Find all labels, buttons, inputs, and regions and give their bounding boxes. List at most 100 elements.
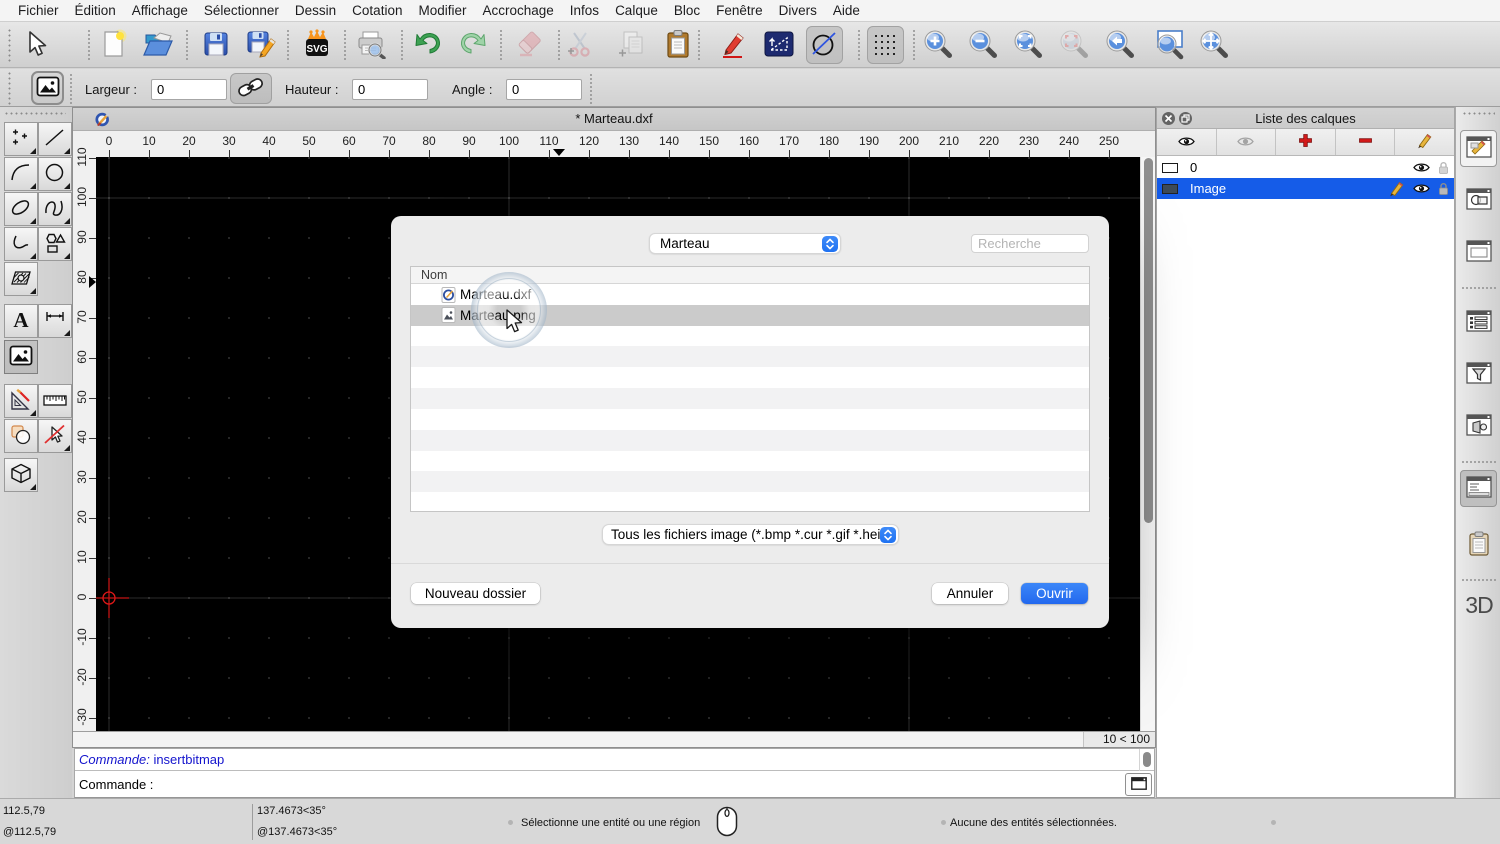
draw-order-button[interactable]: [763, 29, 795, 61]
search-input[interactable]: Recherche: [971, 234, 1089, 253]
width-field[interactable]: 0: [151, 79, 227, 100]
menu-bloc[interactable]: Bloc: [674, 3, 700, 18]
box3d-tool-button[interactable]: [4, 458, 38, 492]
insert-image-tool-button[interactable]: [31, 71, 64, 105]
view-list-panel-button[interactable]: [1460, 408, 1497, 445]
grid-toggle-button[interactable]: [867, 26, 904, 64]
text-tool-button[interactable]: A: [4, 304, 38, 338]
pencil-icon[interactable]: [1388, 180, 1405, 197]
strip-drag-handle[interactable]: [1462, 112, 1495, 115]
filetype-dropdown[interactable]: Tous les fichiers image (*.bmp *.cur *.g…: [602, 524, 899, 545]
shape-tool-button[interactable]: [38, 227, 72, 261]
spline-tool-button[interactable]: [38, 192, 72, 226]
zoom-out-button[interactable]: [967, 29, 999, 61]
menu-dessin[interactable]: Dessin: [295, 3, 336, 18]
new-document-button[interactable]: [97, 29, 129, 61]
menu-fichier[interactable]: Fichier: [18, 3, 59, 18]
library-browser-panel-button[interactable]: [1460, 234, 1497, 271]
property-editor-panel-button[interactable]: [1460, 304, 1497, 341]
zoom-auto-button[interactable]: [1012, 29, 1044, 61]
layer-panel-titlebar[interactable]: Liste des calques: [1157, 108, 1454, 129]
open-button[interactable]: Ouvrir: [1021, 583, 1088, 604]
menu-modifier[interactable]: Modifier: [418, 3, 466, 18]
keep-aspect-ratio-button[interactable]: [230, 73, 272, 104]
menu-fenetre[interactable]: Fenêtre: [716, 3, 763, 18]
menu-edition[interactable]: Édition: [75, 3, 116, 18]
menu-divers[interactable]: Divers: [779, 3, 817, 18]
edit-pen-button[interactable]: [717, 29, 749, 61]
zoom-previous-button[interactable]: [1104, 29, 1136, 61]
location-dropdown[interactable]: Marteau: [649, 233, 841, 254]
hatch-tool-button[interactable]: [4, 262, 38, 296]
export-svg-button[interactable]: SVG: [301, 29, 333, 61]
show-all-layers-button[interactable]: [1157, 129, 1217, 155]
file-row[interactable]: Marteau.dxf: [411, 284, 1089, 305]
save-button[interactable]: [200, 29, 232, 61]
lock-icon[interactable]: [1438, 182, 1449, 196]
angle-field[interactable]: 0: [506, 79, 582, 100]
height-field[interactable]: 0: [352, 79, 428, 100]
layer-list-panel-button[interactable]: [1460, 130, 1497, 167]
command-history-scrollbar[interactable]: [1139, 749, 1154, 771]
remove-layer-button[interactable]: [1336, 129, 1396, 155]
menu-selectionner[interactable]: Sélectionner: [204, 3, 279, 18]
ellipse-tool-button[interactable]: [4, 192, 38, 226]
zoom-in-button[interactable]: [922, 29, 954, 61]
paste-button[interactable]: [662, 29, 694, 61]
file-list-header[interactable]: Nom: [411, 267, 1089, 284]
undo-button[interactable]: [412, 29, 444, 61]
menu-accrochage[interactable]: Accrochage: [482, 3, 553, 18]
layer-row[interactable]: 0: [1157, 157, 1454, 178]
menu-affichage[interactable]: Affichage: [132, 3, 188, 18]
zoom-selection-button[interactable]: [1058, 29, 1090, 61]
measure-tool-button[interactable]: [38, 384, 72, 418]
deselect-tool-button[interactable]: [38, 419, 72, 453]
menu-cotation[interactable]: Cotation: [352, 3, 402, 18]
clipboard-panel-button[interactable]: [1460, 527, 1497, 564]
toolbar-drag-handle[interactable]: [8, 71, 11, 105]
block-list-panel-button[interactable]: [1460, 182, 1497, 219]
cut-button[interactable]: [564, 29, 596, 61]
selection-filter-panel-button[interactable]: [1460, 356, 1497, 393]
order-tool-button[interactable]: [4, 419, 38, 453]
print-preview-button[interactable]: [355, 29, 387, 61]
lock-icon[interactable]: [1438, 161, 1449, 175]
select-cursor-button[interactable]: [19, 29, 51, 61]
zoom-pan-button[interactable]: [1198, 29, 1230, 61]
eye-icon[interactable]: [1413, 183, 1430, 194]
polyline-tool-button[interactable]: [4, 227, 38, 261]
command-line-panel-button[interactable]: [1460, 470, 1497, 507]
cancel-button[interactable]: Annuler: [932, 583, 1008, 604]
points-tool-button[interactable]: [4, 122, 38, 156]
image-tool-button[interactable]: [4, 340, 38, 374]
save-as-button[interactable]: [245, 29, 277, 61]
toolbar-drag-handle[interactable]: [8, 28, 11, 62]
dimension-tool-button[interactable]: [38, 304, 72, 338]
menu-infos[interactable]: Infos: [570, 3, 599, 18]
file-row[interactable]: Marteau.png: [411, 305, 1089, 326]
edit-layer-button[interactable]: [1395, 129, 1454, 155]
modify-tool-button[interactable]: [4, 384, 38, 418]
circle-tool-button[interactable]: [38, 157, 72, 191]
document-titlebar[interactable]: * Marteau.dxf: [73, 108, 1155, 131]
menu-calque[interactable]: Calque: [615, 3, 658, 18]
hide-all-layers-button[interactable]: [1217, 129, 1277, 155]
command-history-scrollbar-thumb[interactable]: [1143, 752, 1151, 767]
layer-row[interactable]: Image: [1157, 178, 1454, 199]
new-folder-button[interactable]: Nouveau dossier: [411, 583, 540, 604]
menu-aide[interactable]: Aide: [833, 3, 860, 18]
copy-button[interactable]: [615, 29, 647, 61]
redo-button[interactable]: [457, 29, 489, 61]
palette-drag-handle[interactable]: [4, 112, 66, 115]
line-tool-button[interactable]: [38, 122, 72, 156]
open-file-button[interactable]: [143, 29, 175, 61]
zoom-window-button[interactable]: [1152, 29, 1184, 61]
view-3d-button[interactable]: 3D: [1462, 592, 1496, 619]
canvas-horizontal-scrollbar[interactable]: 10 < 100: [73, 731, 1155, 747]
delete-entities-button[interactable]: [513, 29, 545, 61]
canvas-vertical-scrollbar[interactable]: [1140, 157, 1155, 732]
canvas-vertical-scrollbar-thumb[interactable]: [1144, 158, 1153, 523]
add-layer-button[interactable]: [1276, 129, 1336, 155]
arc-tool-button[interactable]: [4, 157, 38, 191]
command-input[interactable]: [153, 773, 1123, 795]
